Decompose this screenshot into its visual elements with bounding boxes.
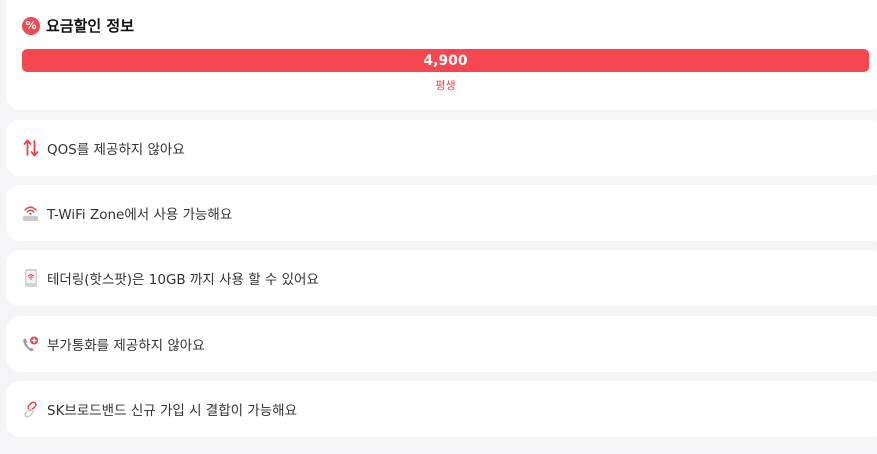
phone-plus-icon — [22, 334, 39, 354]
price-bar: 4,900 — [22, 49, 869, 72]
price-period: 평생 — [435, 79, 456, 92]
up-down-arrows-icon — [22, 138, 39, 158]
hotspot-phone-icon — [22, 268, 39, 288]
feature-broadband-bundle: SK브로드밴드 신규 가입 시 결합이 가능해요 — [6, 381, 877, 437]
discount-title: 요금할인 정보 — [46, 17, 135, 35]
discount-info-card: % 요금할인 정보 4,900 평생 — [6, 0, 877, 110]
feature-text: T-WiFi Zone에서 사용 가능해요 — [47, 207, 233, 223]
percent-icon: % — [22, 16, 40, 35]
feature-extra-call: 부가통화를 제공하지 않아요 — [6, 316, 877, 372]
feature-text: QOS를 제공하지 않아요 — [47, 142, 185, 158]
feature-hotspot: 테더링(핫스팟)은 10GB 까지 사용 할 수 있어요 — [6, 250, 877, 306]
feature-qos: QOS를 제공하지 않아요 — [6, 120, 877, 176]
feature-text: 부가통화를 제공하지 않아요 — [47, 338, 205, 354]
price-value: 4,900 — [423, 52, 468, 69]
feature-wifi: T-WiFi Zone에서 사용 가능해요 — [6, 185, 877, 241]
discount-header: % 요금할인 정보 — [22, 15, 134, 36]
link-icon — [22, 399, 39, 419]
feature-text: SK브로드밴드 신규 가입 시 결합이 가능해요 — [47, 403, 298, 419]
wifi-router-icon — [22, 203, 39, 223]
feature-text: 테더링(핫스팟)은 10GB 까지 사용 할 수 있어요 — [47, 272, 319, 288]
